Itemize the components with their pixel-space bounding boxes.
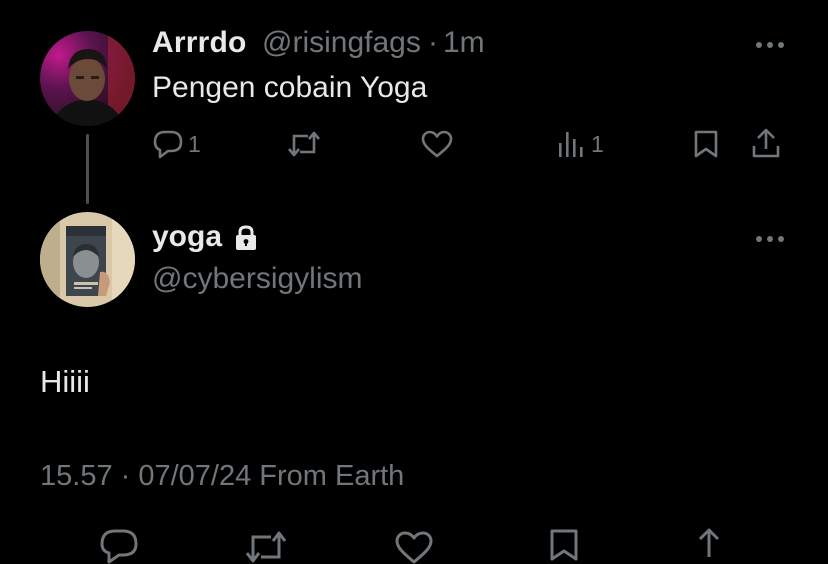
share-icon	[750, 127, 782, 159]
like-button[interactable]	[421, 130, 453, 158]
share-button[interactable]	[690, 527, 728, 559]
author-handle[interactable]: @cybersigylism	[152, 262, 362, 296]
share-button[interactable]	[750, 127, 782, 159]
like-icon	[421, 130, 453, 158]
views-count: 1	[591, 130, 604, 157]
views-button[interactable]: 1	[557, 130, 604, 158]
timestamp[interactable]: 1m	[443, 26, 485, 60]
bookmark-button[interactable]	[693, 129, 719, 159]
reply-button[interactable]: 1	[152, 129, 201, 159]
share-icon	[690, 527, 728, 559]
author-name[interactable]: Arrrdo	[152, 26, 247, 60]
bookmark-button[interactable]	[549, 528, 579, 562]
tweet-text: Hiiii	[40, 364, 90, 399]
thread-connector-line	[86, 134, 89, 204]
views-icon	[557, 130, 587, 158]
reply-count: 1	[188, 130, 201, 157]
separator-dot: ·	[428, 26, 438, 59]
author-name[interactable]: yoga	[152, 220, 222, 254]
bookmark-icon	[549, 528, 579, 562]
more-icon[interactable]	[752, 229, 788, 249]
more-icon[interactable]	[752, 35, 788, 55]
tweet-meta: 15.57 · 07/07/24 From Earth	[40, 460, 405, 492]
avatar[interactable]	[40, 31, 135, 126]
reply-icon	[152, 129, 184, 159]
tweet-text: Pengen cobain Yoga	[152, 71, 428, 104]
retweet-button[interactable]	[286, 130, 322, 158]
author-handle[interactable]: @risingfags	[262, 26, 421, 60]
avatar[interactable]	[40, 212, 135, 307]
retweet-icon	[286, 130, 322, 158]
lock-icon	[233, 224, 259, 252]
bookmark-icon	[693, 129, 719, 159]
